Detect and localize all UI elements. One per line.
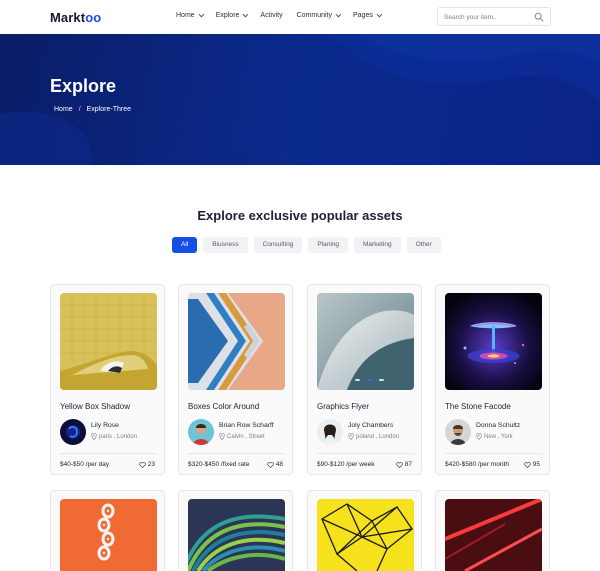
like-button[interactable]: 87 — [396, 461, 412, 468]
section-title: Explore exclusive popular assets — [197, 208, 403, 223]
location-pin-icon — [219, 433, 225, 440]
author-avatar[interactable] — [317, 419, 343, 445]
location-pin-icon — [348, 433, 354, 440]
like-count: 87 — [404, 461, 412, 468]
filter-all[interactable]: All — [172, 237, 198, 253]
logo[interactable]: Marktoo — [50, 10, 101, 25]
like-button[interactable]: 48 — [267, 461, 283, 468]
author-location: paris , London — [91, 433, 137, 440]
asset-card[interactable]: Graphics Flyer Joly Chambers poland , Lo… — [307, 284, 422, 475]
card-divider — [188, 453, 285, 454]
asset-price: $420-$580 /per month — [445, 461, 509, 468]
author-avatar[interactable] — [188, 419, 214, 445]
author-name[interactable]: Lily Rose — [91, 422, 119, 429]
menu-item-community[interactable]: Community — [297, 11, 342, 19]
asset-title[interactable]: Yellow Box Shadow — [60, 402, 130, 411]
like-count: 95 — [532, 461, 540, 468]
chevron-down-icon — [198, 11, 204, 17]
card-divider — [445, 453, 542, 454]
asset-card[interactable]: Boxes Color Around Brian Row Scharff Cal… — [178, 284, 293, 475]
asset-title[interactable]: Boxes Color Around — [188, 402, 259, 411]
asset-title[interactable]: The Stone Facode — [445, 402, 511, 411]
asset-title[interactable]: Graphics Flyer — [317, 402, 369, 411]
category-filter-bar: All Biusness Consulting Planing Marketin… — [172, 237, 441, 253]
chevron-down-icon — [243, 11, 249, 17]
filter-marketing[interactable]: Marketing — [354, 237, 401, 253]
heart-icon — [267, 461, 274, 468]
asset-card[interactable] — [435, 490, 550, 571]
author-avatar[interactable] — [60, 419, 86, 445]
like-button[interactable]: 95 — [524, 461, 540, 468]
author-name[interactable]: Donna Schultz — [476, 422, 520, 429]
asset-card[interactable] — [178, 490, 293, 571]
asset-image[interactable] — [188, 499, 285, 571]
filter-business[interactable]: Biusness — [203, 237, 248, 253]
hero-wave-decoration — [0, 34, 600, 165]
filter-consulting[interactable]: Consulting — [253, 237, 303, 253]
menu-item-explore[interactable]: Explore — [216, 11, 249, 19]
author-avatar[interactable] — [445, 419, 471, 445]
filter-planing[interactable]: Planing — [308, 237, 349, 253]
asset-price: $320-$450 /fixed rate — [188, 461, 250, 468]
heart-icon — [139, 461, 146, 468]
menu-item-home[interactable]: Home — [176, 11, 204, 19]
card-divider — [317, 453, 414, 454]
asset-image[interactable] — [60, 499, 157, 571]
search-box — [437, 7, 551, 26]
chevron-down-icon — [335, 11, 342, 17]
breadcrumb-current: Explore-Three — [86, 106, 131, 113]
breadcrumb-home-link[interactable]: Home — [54, 106, 73, 113]
main-menu: Home Explore Activity Community Pages — [176, 11, 394, 19]
asset-image[interactable] — [445, 293, 542, 390]
asset-image[interactable] — [188, 293, 285, 390]
menu-item-pages[interactable]: Pages — [353, 11, 383, 19]
breadcrumb: Home / Explore-Three — [54, 106, 131, 113]
asset-image[interactable] — [317, 499, 414, 571]
like-button[interactable]: 23 — [139, 461, 155, 468]
menu-item-activity[interactable]: Activity — [260, 12, 282, 19]
asset-image[interactable] — [60, 293, 157, 390]
page-hero-banner: Explore Home / Explore-Three — [0, 34, 600, 165]
search-input[interactable] — [444, 11, 534, 23]
heart-icon — [396, 461, 403, 468]
chevron-down-icon — [376, 11, 383, 17]
author-name[interactable]: Brian Row Scharff — [219, 422, 274, 429]
author-location: Calvin , Street — [219, 433, 265, 440]
top-navbar: Marktoo Home Explore Activity Community … — [0, 0, 600, 34]
card-divider — [60, 453, 157, 454]
author-location: New , York — [476, 433, 513, 440]
like-count: 23 — [147, 461, 155, 468]
heart-icon — [524, 461, 531, 468]
author-name[interactable]: Joly Chambers — [348, 422, 393, 429]
asset-card[interactable] — [307, 490, 422, 571]
asset-price: $90-$120 /per week — [317, 461, 375, 468]
page-title: Explore — [50, 76, 117, 96]
author-location: poland , London — [348, 433, 399, 440]
asset-image[interactable] — [445, 499, 542, 571]
breadcrumb-separator: / — [78, 106, 81, 113]
filter-other[interactable]: Other — [406, 237, 441, 253]
asset-card[interactable]: Yellow Box Shadow Lily Rose paris , Lond… — [50, 284, 165, 475]
magnifier-icon[interactable] — [534, 12, 544, 22]
asset-card[interactable]: The Stone Facode Donna Schultz New , Yor… — [435, 284, 550, 475]
asset-card[interactable] — [50, 490, 165, 571]
like-count: 48 — [275, 461, 283, 468]
asset-price: $40-$50 /per day — [60, 461, 110, 468]
asset-image[interactable] — [317, 293, 414, 390]
location-pin-icon — [91, 433, 97, 440]
location-pin-icon — [476, 433, 482, 440]
